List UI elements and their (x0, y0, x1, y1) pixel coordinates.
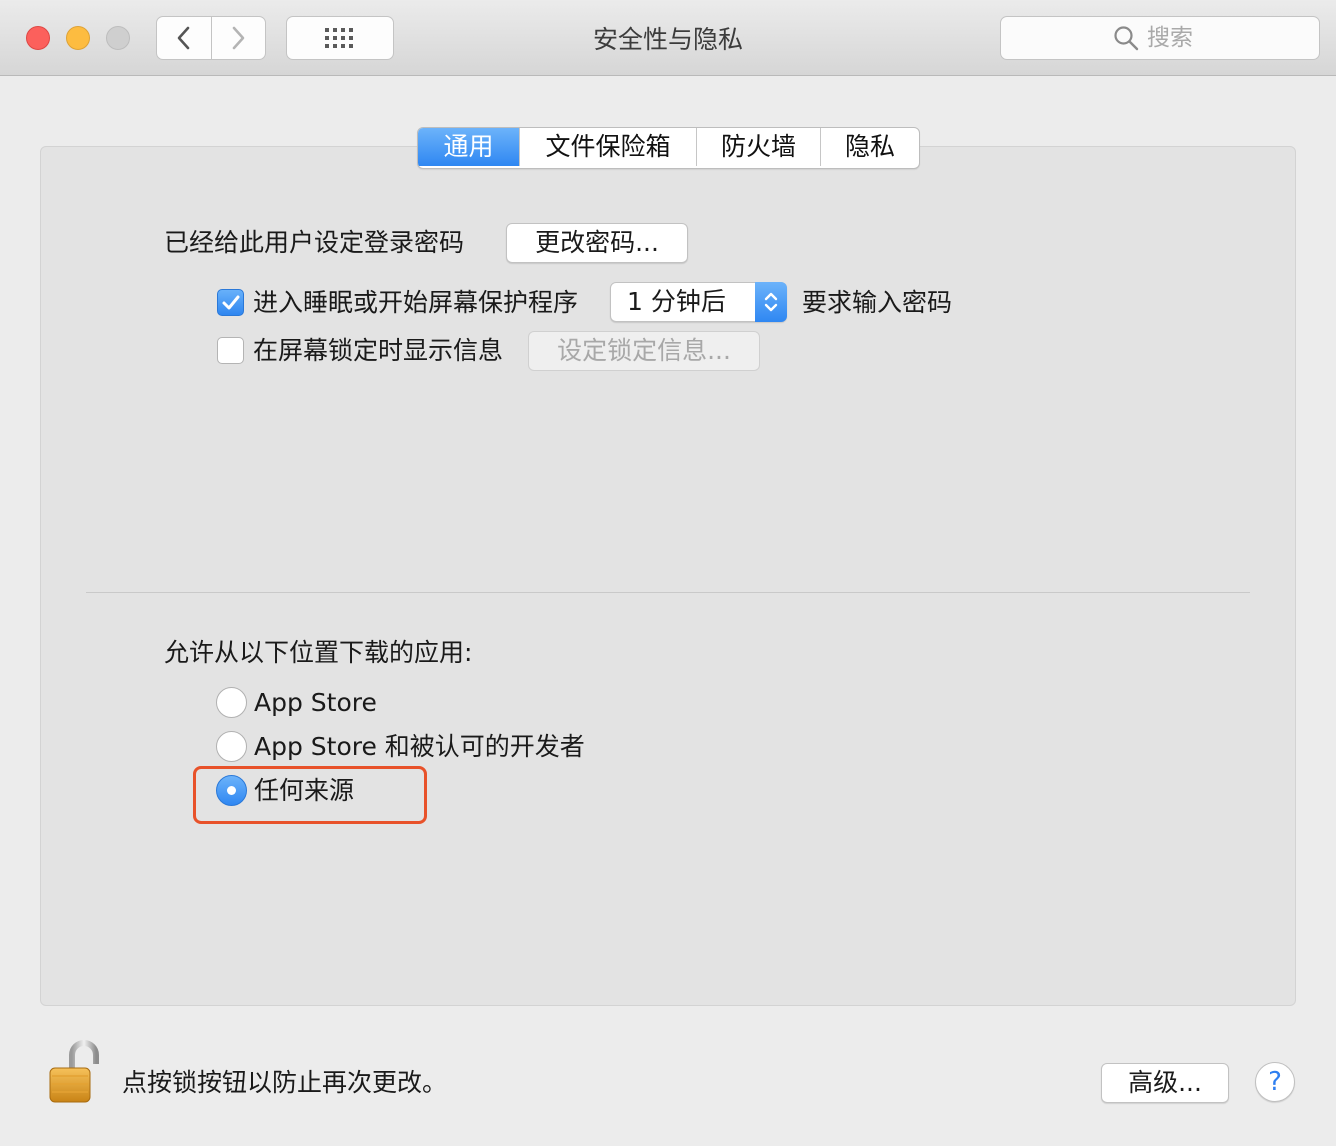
change-password-button[interactable]: 更改密码... (506, 223, 688, 263)
grid-icon (325, 28, 353, 48)
password-delay-select[interactable]: 1 分钟后 (610, 282, 787, 322)
tab-bar: 通用 文件保险箱 防火墙 隐私 (417, 127, 920, 169)
show-all-button[interactable] (286, 16, 394, 60)
zoom-window-button (106, 26, 130, 50)
download-sources-heading: 允许从以下位置下载的应用: (164, 638, 473, 667)
radio-app-store-label[interactable]: App Store (254, 687, 377, 719)
login-password-label: 已经给此用户设定登录密码 (164, 228, 465, 257)
system-preferences-window: 安全性与隐私 通用 文件保险箱 防火墙 隐私 已经给此用户设定登录密码 更改密码… (0, 0, 1336, 1146)
require-password-checkbox[interactable] (217, 289, 244, 316)
updown-arrows-icon (755, 282, 787, 322)
search-field[interactable] (1000, 16, 1320, 60)
sleep-checkbox-label: 进入睡眠或开始屏幕保护程序 (253, 288, 579, 317)
set-lock-message-button: 设定锁定信息... (528, 331, 760, 371)
back-button[interactable] (157, 17, 211, 59)
help-button[interactable]: ? (1255, 1062, 1295, 1102)
lock-instruction-text: 点按锁按钮以防止再次更改。 (122, 1068, 448, 1097)
password-delay-value: 1 分钟后 (627, 287, 726, 316)
checkmark-icon (222, 295, 240, 310)
tab-filevault[interactable]: 文件保险箱 (519, 128, 696, 166)
chevron-right-icon (232, 26, 245, 50)
forward-button[interactable] (210, 17, 266, 59)
tab-privacy[interactable]: 隐私 (820, 128, 919, 166)
tab-firewall[interactable]: 防火墙 (696, 128, 820, 166)
radio-app-store-identified-developers-label[interactable]: App Store 和被认可的开发者 (254, 731, 585, 763)
highlight-annotation-box (193, 766, 427, 824)
search-input[interactable] (1147, 25, 1207, 51)
radio-app-store[interactable] (216, 687, 247, 718)
search-icon (1113, 25, 1139, 51)
lock-message-label: 在屏幕锁定时显示信息 (253, 336, 504, 365)
title-bar: 安全性与隐私 (0, 0, 1336, 76)
section-divider (86, 592, 1250, 593)
show-lock-message-checkbox[interactable] (217, 337, 244, 364)
advanced-button[interactable]: 高级... (1101, 1063, 1229, 1103)
minimize-window-button[interactable] (66, 26, 90, 50)
radio-app-store-identified-developers[interactable] (216, 731, 247, 762)
require-password-label: 要求输入密码 (802, 288, 953, 317)
close-window-button[interactable] (26, 26, 50, 50)
general-panel (40, 146, 1296, 1006)
window-title: 安全性与隐私 (592, 25, 743, 54)
unlocked-padlock-icon[interactable] (48, 1040, 100, 1106)
chevron-left-icon (177, 26, 190, 50)
tab-general[interactable]: 通用 (418, 128, 519, 166)
navigation-buttons (156, 16, 266, 60)
